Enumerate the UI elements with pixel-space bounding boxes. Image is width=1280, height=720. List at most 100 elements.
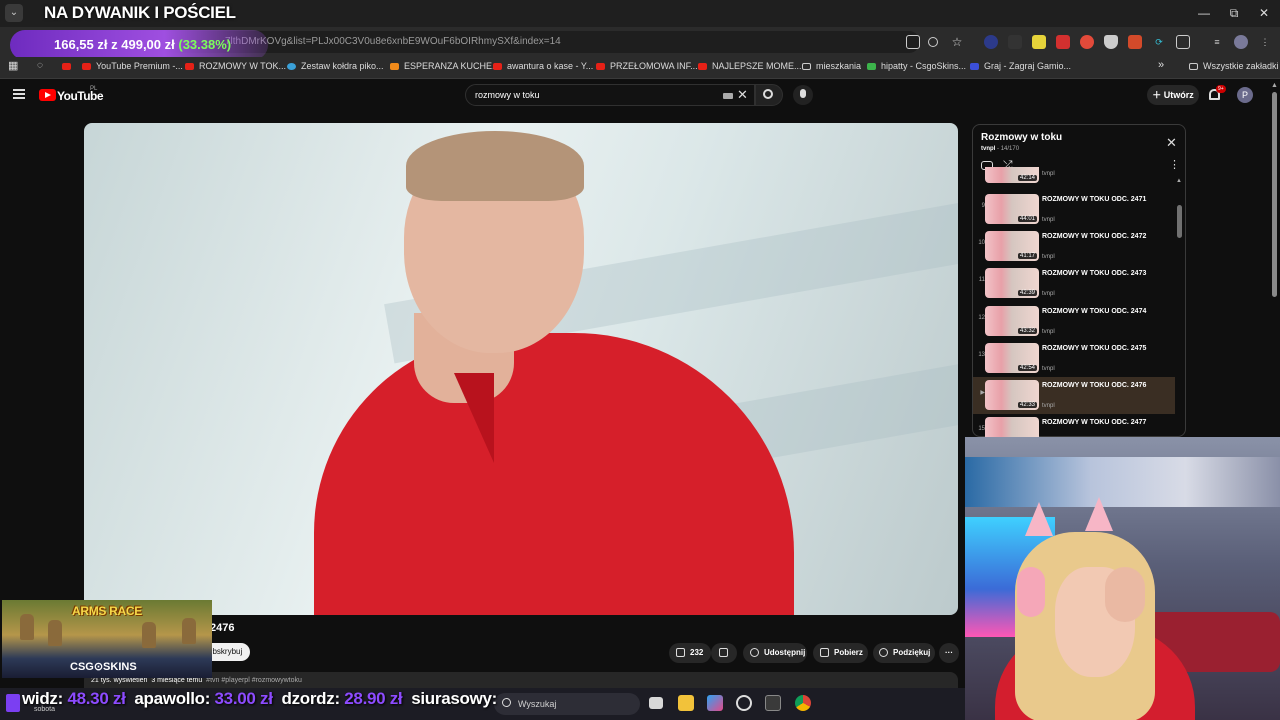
playlist-scrollbar[interactable] (1177, 205, 1182, 238)
donation-amount: 48.30 zł (67, 689, 126, 708)
video-thumbnail[interactable]: 44:01 (985, 194, 1039, 224)
playlist-item[interactable]: 42:14 tvnpl (973, 167, 1175, 185)
tab-search-button[interactable]: ⌄ (5, 4, 23, 22)
playlist-item-title[interactable]: ROZMOWY W TOKU ODC. 2476 (1042, 380, 1152, 391)
playlist-item[interactable]: 13 42:54 ROZMOWY W TOKU ODC. 2475 tvnpl (973, 340, 1175, 377)
playlist-index: 15 (978, 426, 985, 432)
bookmark-item[interactable]: ROZMOWY W TOK... (185, 61, 286, 71)
bookmark-folder[interactable]: mieszkania (802, 61, 861, 71)
video-duration: 42:39 (1017, 290, 1037, 296)
download-label: Pobierz (834, 648, 863, 657)
site-icon[interactable]: ◌ (37, 60, 43, 71)
playlist-item-title[interactable]: ROZMOWY W TOKU ODC. 2477 (1042, 417, 1152, 428)
more-actions-button[interactable]: ··· (939, 643, 959, 663)
create-button[interactable]: ＋ Utwórz (1147, 85, 1199, 105)
playlist-item-channel: tvnpl (1042, 366, 1055, 372)
bookmark-item[interactable]: Graj - Zagraj Gamio... (970, 61, 1071, 71)
bookmark-item[interactable]: ESPERANZA KUCHE... (390, 61, 500, 71)
like-button[interactable]: 232 (669, 643, 711, 663)
all-bookmarks-folder[interactable]: Wszystkie zakładki (1189, 61, 1279, 71)
video-thumbnail[interactable]: 41:17 (985, 231, 1039, 261)
playlist-item-title[interactable]: ROZMOWY W TOKU ODC. 2474 (1042, 306, 1152, 317)
bookmark-label: Zestaw kołdra piko... (301, 61, 384, 71)
playlist-item[interactable]: 9 44:01 ROZMOWY W TOKU ODC. 2471 tvnpl (973, 191, 1175, 228)
more-bookmarks-icon[interactable]: » (1158, 59, 1164, 71)
dislike-button[interactable] (711, 643, 737, 663)
maximize-button[interactable]: ⧉ (1224, 6, 1244, 21)
notification-count-badge: 9+ (1216, 85, 1226, 93)
view-count: 21 tys. wyświetleń (91, 677, 148, 684)
video-duration: 44:01 (1017, 216, 1037, 222)
task-view-icon[interactable] (649, 697, 663, 709)
share-button[interactable]: Udostępnij (743, 643, 807, 663)
keyboard-icon[interactable] (723, 93, 733, 99)
close-window-button[interactable]: ✕ (1254, 6, 1274, 20)
profile-icon[interactable] (1234, 35, 1248, 49)
thanks-button[interactable]: Podziękuj (873, 643, 935, 663)
playlist-item-title[interactable]: ROZMOWY W TOKU ODC. 2473 (1042, 268, 1152, 279)
install-app-icon[interactable] (906, 35, 920, 49)
playlist-scroll-up-arrow[interactable]: ▲ (1176, 178, 1182, 184)
extension-icon[interactable] (1080, 35, 1094, 49)
extension-icon[interactable] (1032, 35, 1046, 49)
playlist-item[interactable]: 12 43:32 ROZMOWY W TOKU ODC. 2474 tvnpl (973, 303, 1175, 340)
bookmark-star-icon[interactable]: ☆ (950, 35, 964, 49)
video-thumbnail[interactable]: 43:32 (985, 306, 1039, 336)
youtube-logo-icon[interactable] (39, 89, 56, 101)
app-icon[interactable] (736, 695, 752, 711)
playlist-item-title[interactable]: ROZMOWY W TOKU ODC. 2472 (1042, 231, 1152, 242)
bookmark-item[interactable]: YouTube Premium -... (82, 61, 183, 71)
extension-icon[interactable] (1008, 35, 1022, 49)
upload-age: 3 miesiące temu (151, 677, 203, 684)
youtube-icon (698, 63, 707, 71)
bookmark-item[interactable]: awantura o kase - Y... (493, 61, 593, 71)
media-control-icon[interactable]: ≡ (1210, 35, 1224, 49)
translate-icon[interactable]: ⟳ (1152, 35, 1166, 49)
file-explorer-icon[interactable] (678, 695, 694, 711)
taskbar-search[interactable] (494, 693, 640, 715)
account-avatar[interactable]: P (1237, 87, 1253, 103)
page-scrollbar[interactable] (1272, 92, 1277, 297)
bookmark-item[interactable]: hipatty - CsgoSkins... (867, 61, 966, 71)
thumbs-down-icon (719, 648, 728, 658)
goal-current: 166,55 zł (54, 37, 108, 52)
playlist-item[interactable]: ▶ 42:33 ROZMOWY W TOKU ODC. 2476 tvnpl (973, 377, 1175, 414)
store-icon[interactable] (707, 695, 723, 711)
playlist-item-title[interactable]: ROZMOWY W TOKU ODC. 2471 (1042, 194, 1152, 205)
shield-icon[interactable] (1104, 35, 1118, 49)
terminal-icon[interactable] (765, 695, 781, 711)
adblock-icon[interactable] (1056, 35, 1070, 49)
bookmark-item[interactable]: NAJLEPSZE MOME... (698, 61, 802, 71)
playlist-item-channel: tvnpl (1042, 291, 1055, 297)
extension-icon[interactable] (1128, 35, 1142, 49)
browser-menu-icon[interactable]: ⋮ (1258, 35, 1272, 49)
bookmark-item[interactable]: PRZEŁOMOWA INF... (596, 61, 698, 71)
menu-icon[interactable] (13, 89, 25, 99)
playlist-item[interactable]: 10 41:17 ROZMOWY W TOKU ODC. 2472 tvnpl (973, 228, 1175, 265)
minimize-button[interactable]: — (1194, 6, 1214, 20)
extension-icon[interactable] (984, 35, 998, 49)
video-thumbnail[interactable]: 42:33 (985, 380, 1039, 410)
video-thumbnail[interactable]: 42:54 (985, 343, 1039, 373)
zoom-icon[interactable] (928, 37, 938, 47)
video-thumbnail[interactable]: 42:39 (985, 268, 1039, 298)
folder-icon (802, 63, 811, 71)
download-button[interactable]: Pobierz (813, 643, 868, 663)
playlist-channel[interactable]: tvnpl (981, 146, 995, 152)
chrome-icon[interactable] (795, 695, 811, 711)
search-input-value: rozmowy w toku (475, 90, 540, 100)
extensions-puzzle-icon[interactable] (1176, 35, 1190, 49)
close-playlist-icon[interactable]: ✕ (1166, 135, 1177, 151)
playlist-title[interactable]: Rozmowy w toku (981, 132, 1062, 143)
goal-target: 499,00 zł (121, 37, 175, 52)
apps-grid-icon[interactable]: ▦ (8, 59, 18, 72)
video-thumbnail[interactable]: 42:14 (985, 167, 1039, 183)
bookmark-youtube[interactable] (62, 61, 76, 71)
playlist-item[interactable]: 11 42:39 ROZMOWY W TOKU ODC. 2473 tvnpl (973, 265, 1175, 302)
scroll-up-arrow[interactable]: ▲ (1271, 82, 1278, 89)
video-player[interactable] (84, 123, 958, 615)
donor-name: dzordz: (281, 689, 340, 708)
clear-search-icon[interactable]: ✕ (737, 87, 748, 103)
bookmark-item[interactable]: Zestaw kołdra piko... (287, 61, 384, 71)
playlist-item-title[interactable]: ROZMOWY W TOKU ODC. 2475 (1042, 343, 1152, 354)
